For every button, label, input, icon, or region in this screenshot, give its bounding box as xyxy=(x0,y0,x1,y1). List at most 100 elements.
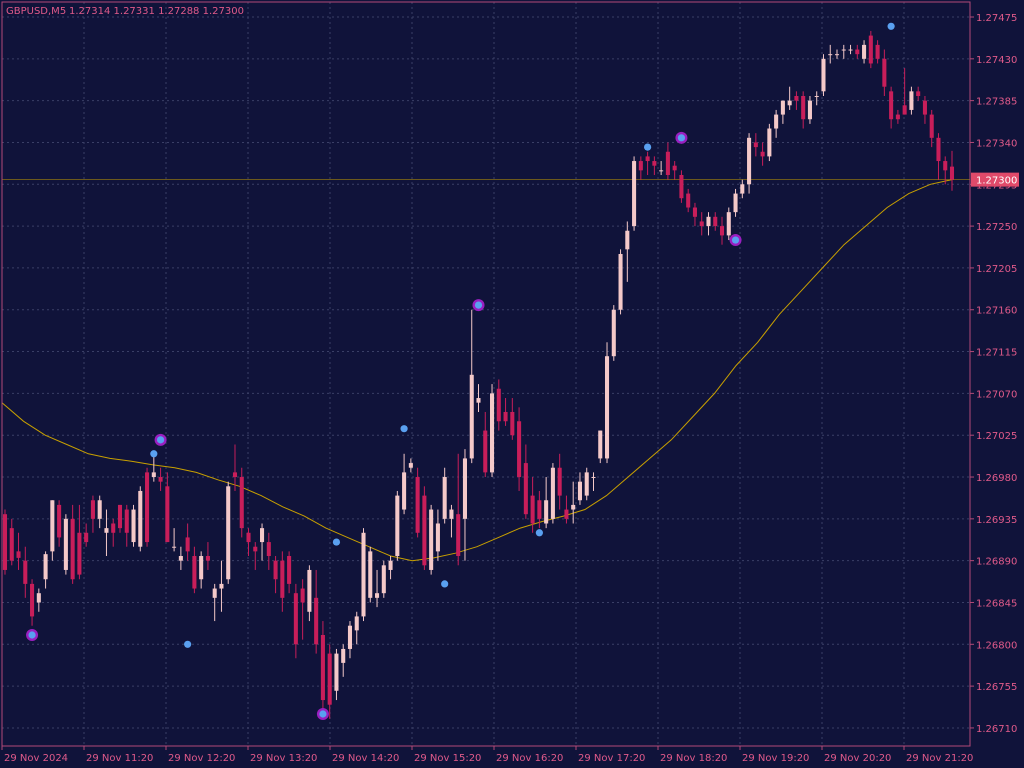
candle-body-bullish xyxy=(199,556,204,580)
time-axis-label: 29 Nov 12:20 xyxy=(168,753,235,764)
candle-body-bearish xyxy=(266,542,271,557)
candle-body-bearish xyxy=(645,156,650,162)
price-axis-label: 1.27250 xyxy=(976,222,1017,233)
candle-body-bearish xyxy=(503,411,508,422)
candle-body-bullish xyxy=(50,500,55,552)
candle-body-bearish xyxy=(165,486,170,543)
candle-body-bearish xyxy=(943,161,948,171)
candle-body-bearish xyxy=(483,430,488,473)
candle-body-bullish xyxy=(429,509,434,570)
candle-body-bullish xyxy=(774,114,779,129)
candle-body-bearish xyxy=(185,537,190,552)
candle-body-bearish xyxy=(246,532,251,543)
candle-body-bullish xyxy=(341,648,346,663)
candle-body-bullish xyxy=(550,467,555,519)
signal-marker-dot xyxy=(332,538,341,546)
price-axis-label: 1.27430 xyxy=(976,55,1017,66)
current-price-label-text: 1.27300 xyxy=(976,176,1017,187)
candle-body-bullish xyxy=(814,95,819,97)
candle-body-bullish xyxy=(104,528,109,533)
candle-body-bearish xyxy=(496,388,501,422)
candle-body-bearish xyxy=(523,463,528,515)
candle-body-bullish xyxy=(828,54,833,56)
signal-marker-dot xyxy=(887,22,895,30)
candle-body-bullish xyxy=(747,137,752,185)
candle-body-bullish xyxy=(395,495,400,557)
time-axis-label: 29 Nov 16:20 xyxy=(496,753,563,764)
candle-body-bearish xyxy=(760,151,765,157)
candle-body-bearish xyxy=(699,221,704,227)
price-axis-label: 1.27115 xyxy=(976,348,1017,359)
candle-body-bearish xyxy=(192,556,197,589)
price-axis-label: 1.27205 xyxy=(976,264,1017,275)
candle-body-bearish xyxy=(916,91,921,96)
signal-marker-dot xyxy=(28,631,36,639)
candle-body-bearish xyxy=(889,91,894,120)
candle-body-bearish xyxy=(30,583,35,617)
candle-body-bearish xyxy=(9,528,14,561)
candle-body-bearish xyxy=(415,477,420,533)
candle-body-bullish xyxy=(909,91,914,110)
chart-window[interactable]: 1.274751.274301.273851.273401.272951.272… xyxy=(0,0,1024,768)
candle-body-bearish xyxy=(145,472,150,543)
candle-body-bullish xyxy=(611,309,616,357)
time-axis-label: 29 Nov 2024 xyxy=(4,753,68,764)
signal-marker-dot xyxy=(319,710,327,718)
price-axis-label: 1.26935 xyxy=(976,515,1017,526)
candle-body-bullish xyxy=(408,463,413,468)
candle-body-bearish xyxy=(895,114,900,120)
candle-body-bearish xyxy=(638,161,643,171)
candle-body-bearish xyxy=(111,523,116,533)
price-chart[interactable]: 1.274751.274301.273851.273401.272951.272… xyxy=(0,0,1024,768)
candle-body-bearish xyxy=(672,165,677,171)
candle-body-bearish xyxy=(882,58,887,87)
candle-body-bearish xyxy=(239,477,244,529)
candle-body-bullish xyxy=(807,100,812,120)
candle-body-bullish xyxy=(659,170,664,172)
candle-body-bearish xyxy=(868,35,873,64)
candle-body-bearish xyxy=(327,653,332,705)
candle-body-bullish xyxy=(307,569,312,612)
candle-body-bullish xyxy=(368,551,373,598)
candle-body-bullish xyxy=(598,430,603,459)
candle-body-bullish xyxy=(97,500,102,519)
candle-body-bearish xyxy=(652,161,657,166)
candle-body-bullish xyxy=(834,54,840,56)
candle-body-bearish xyxy=(510,411,515,436)
candle-body-bullish xyxy=(544,500,549,524)
time-axis-label: 29 Nov 17:20 xyxy=(578,753,645,764)
price-axis-label: 1.26845 xyxy=(976,598,1017,609)
time-axis-label: 29 Nov 14:20 xyxy=(332,753,399,764)
candle-body-bullish xyxy=(388,560,393,570)
candle-body-bullish xyxy=(449,509,454,519)
candle-body-bearish xyxy=(719,226,725,236)
candle-body-bearish xyxy=(753,142,758,148)
candle-body-bearish xyxy=(902,105,907,115)
candle-body-bullish xyxy=(841,49,846,51)
candle-body-bearish xyxy=(537,500,542,519)
candle-body-bullish xyxy=(767,128,772,157)
signal-marker-dot xyxy=(644,143,652,151)
candle-body-bearish xyxy=(665,151,670,175)
candle-body-bearish xyxy=(16,551,21,558)
candle-body-bullish xyxy=(821,58,826,92)
candle-body-bullish xyxy=(848,49,853,51)
candle-body-bullish xyxy=(219,583,224,589)
signal-marker-dot xyxy=(184,640,192,648)
candle-body-bearish xyxy=(530,495,535,524)
candle-body-bullish xyxy=(442,477,447,519)
candle-body-bearish xyxy=(875,44,880,59)
candle-body-bullish xyxy=(571,504,576,510)
candle-body-bullish xyxy=(435,523,440,552)
chart-background xyxy=(0,0,1024,768)
signal-marker-dot xyxy=(535,529,543,537)
candle-body-bearish xyxy=(232,472,238,478)
signal-marker-dot xyxy=(441,580,449,588)
candle-body-bullish xyxy=(347,625,353,649)
candle-body-bearish xyxy=(422,495,427,566)
candle-body-bearish xyxy=(557,467,562,496)
candle-body-bearish xyxy=(23,560,28,584)
candle-body-bullish xyxy=(476,398,481,403)
candle-body-bearish xyxy=(287,556,292,584)
candle-body-bearish xyxy=(801,95,806,120)
